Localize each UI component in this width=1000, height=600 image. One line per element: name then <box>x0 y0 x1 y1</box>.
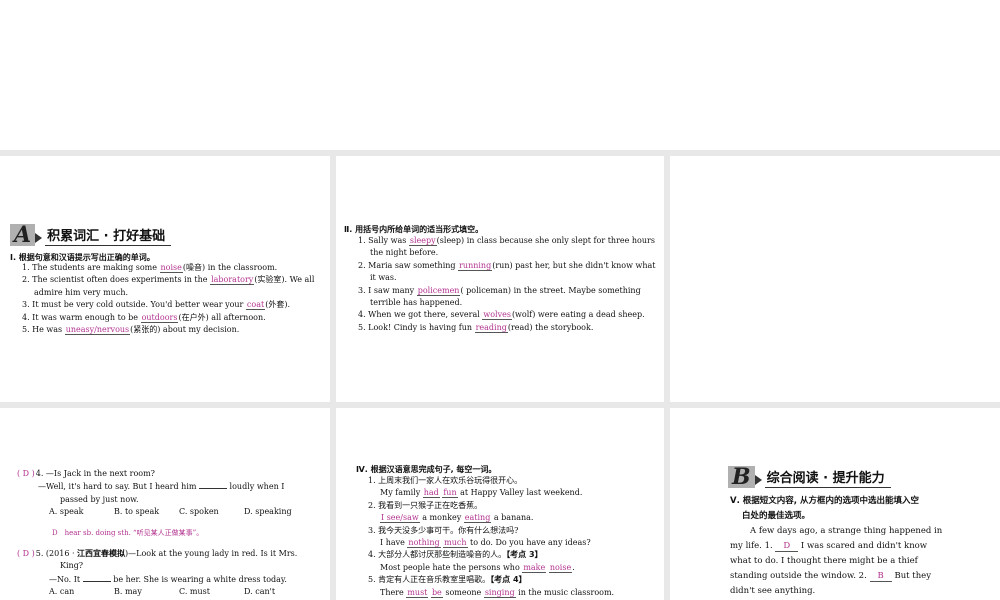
list-item: the night before. <box>370 248 439 258</box>
slide-translation: Ⅳ. 根据汉语意思完成句子, 每空一词。 1. 上周末我们一家人在欢乐谷玩得很开… <box>336 408 664 600</box>
arrow-icon <box>754 475 762 485</box>
blank-line <box>82 573 111 582</box>
list-item: 1. Sally was sleepy(sleep) in class beca… <box>358 236 655 246</box>
list-item: it was. <box>370 273 397 283</box>
list-item: 1. The students are making some noise(噪音… <box>22 263 278 273</box>
list-item: admire him very much. <box>34 287 129 297</box>
list-item: 5. He was uneasy/nervous(紧张的) about my d… <box>22 325 240 336</box>
question-4-title: Ⅳ. 根据汉语意思完成句子, 每空一词。 <box>356 465 497 474</box>
mc-question-4: ( D )4. —Is Jack in the next room? —Well… <box>16 468 309 539</box>
question-2-title: Ⅱ. 用括号内所给单词的适当形式填空。 <box>344 225 484 234</box>
slide-multiple-choice: ( D )4. —Is Jack in the next room? —Well… <box>0 408 330 600</box>
list-item: 3. I saw many policemen( policeman) in t… <box>358 285 641 296</box>
choices: A. speak B. to speak C. spoken D. speaking <box>49 507 292 517</box>
blank-line <box>199 480 228 490</box>
question-5-body: Ⅴ. 根据短文内容, 从方框内的选项中选出能填入空 白处的最佳选项。 A few… <box>730 496 943 596</box>
answer-paren: ( D ) <box>17 469 35 478</box>
section-b-title: 综合阅读 · 提升能力 <box>764 467 891 488</box>
answer-text: running <box>458 260 493 271</box>
answer-text: laboratory <box>210 275 255 286</box>
list-item: 5. Look! Cindy is having fun reading(rea… <box>358 322 594 333</box>
question-1-items: 1. The students are making some noise(噪音… <box>22 262 314 336</box>
slide-blank <box>670 156 1000 402</box>
section-a-header: A 积累词汇 · 打好基础 <box>10 224 172 246</box>
answer-paren: ( D ) <box>17 549 35 558</box>
question-2-items: 1. Sally was sleepy(sleep) in class beca… <box>358 235 655 334</box>
mc-question-5: ( D )5. (2016 · 江西宜春模拟)—Look at the youn… <box>16 548 309 599</box>
answer-text: reading <box>474 322 508 333</box>
choices: A. can B. may C. must D. can't <box>49 587 276 597</box>
explanation-note: D hear sb. doing sth. “听见某人正做某事”。 <box>52 528 204 537</box>
list-item: 2. Maria saw something running(run) past… <box>358 260 656 271</box>
blank-top-area <box>0 0 1000 150</box>
answer-text: coat <box>245 300 266 311</box>
answer-text: uneasy/nervous <box>64 325 131 336</box>
section-a-badge: A <box>10 224 36 246</box>
list-item: 3. It must be very cold outside. You'd b… <box>22 300 290 311</box>
answer-text: wolves <box>482 310 512 321</box>
section-a-title: 积累词汇 · 打好基础 <box>45 225 172 246</box>
answer-text: noise <box>159 263 183 273</box>
section-b-badge: B <box>728 466 755 488</box>
slide-reading: B 综合阅读 · 提升能力 Ⅴ. 根据短文内容, 从方框内的选项中选出能填入空 … <box>670 408 1000 600</box>
list-item: 4. It was warm enough to be outdoors(在户外… <box>22 312 266 323</box>
slide-vocabulary: A 积累词汇 · 打好基础 Ⅰ. 根据句意和汉语提示写出正确的单词。 1. Th… <box>0 156 330 402</box>
list-item: 2. The scientist often does experiments … <box>22 275 315 286</box>
list-item: terrible has happened. <box>370 298 463 308</box>
list-item: 4. When we got there, several wolves(wol… <box>358 310 645 321</box>
answer-text: sleepy <box>408 236 437 246</box>
arrow-icon <box>35 233 43 243</box>
answer-text: policemen <box>416 285 461 296</box>
section-b-header: B 综合阅读 · 提升能力 <box>728 466 891 488</box>
question-4-items: 1. 上周末我们一家人在欢乐谷玩得很开心。 My family had fun … <box>368 476 615 598</box>
slide-word-forms: Ⅱ. 用括号内所给单词的适当形式填空。 1. Sally was sleepy(… <box>336 156 664 402</box>
answer-text: outdoors <box>140 312 179 323</box>
